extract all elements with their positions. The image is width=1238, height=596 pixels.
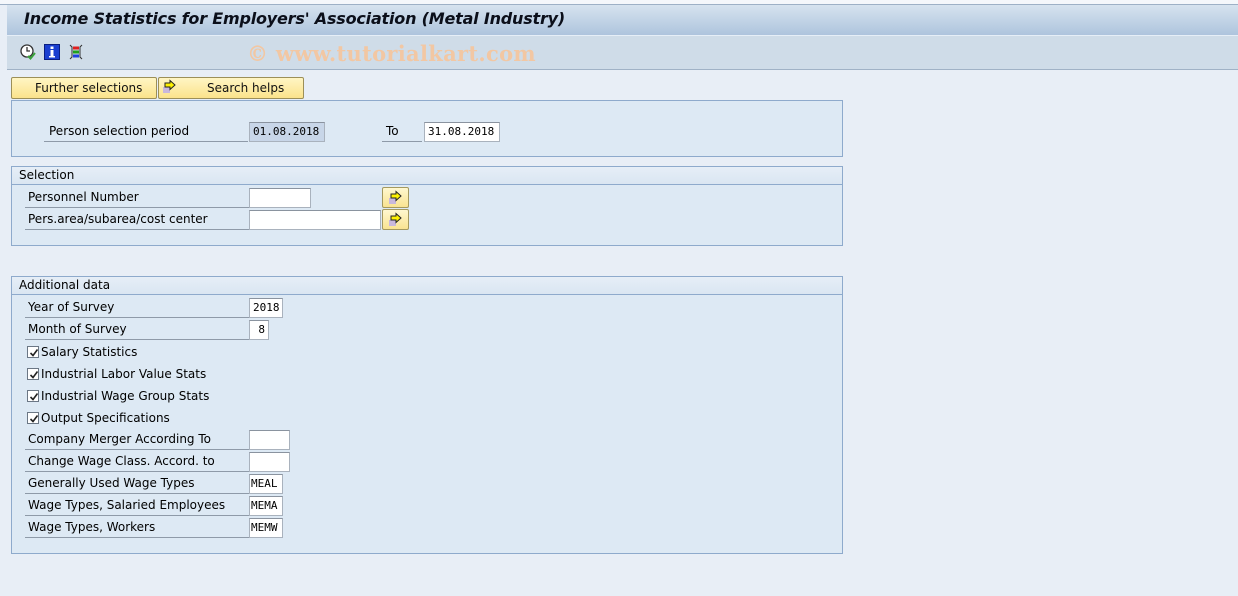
selection-group-title: Selection [12,167,842,185]
year-of-survey-field[interactable]: 2018 [249,298,283,318]
month-of-survey-label: Month of Survey [25,320,249,340]
arrow-right-icon [388,212,404,231]
search-helps-button[interactable]: Search helps [158,77,304,99]
month-of-survey-field[interactable]: 8 [249,320,269,340]
wage-types-workers-label: Wage Types, Workers [25,518,249,538]
pers-area-label: Pers.area/subarea/cost center [25,210,249,230]
change-wage-class-label: Change Wage Class. Accord. to [25,452,249,472]
page-title: Income Statistics for Employers' Associa… [24,9,566,28]
wage-types-salaried-label: Wage Types, Salaried Employees [25,496,249,516]
industrial-labor-value-stats-checkbox[interactable] [27,368,39,380]
output-specifications-checkbox-row[interactable]: Output Specifications [27,411,170,427]
period-to-label: To [382,122,422,142]
output-specifications-checkbox[interactable] [27,412,39,424]
application-toolbar [7,36,1238,70]
arrow-right-icon [162,79,178,98]
wage-types-salaried-field[interactable]: MEMA [249,496,283,516]
period-to-field[interactable]: 31.08.2018 [424,122,500,142]
person-selection-period-label: Person selection period [44,122,248,142]
pers-area-field[interactable] [249,210,381,230]
arrow-right-icon [388,190,404,209]
salary-statistics-checkbox[interactable] [27,346,39,358]
further-selections-label: Further selections [35,81,143,95]
selection-options-icon[interactable] [67,43,85,61]
output-specifications-label: Output Specifications [41,411,170,425]
execute-clock-icon[interactable] [19,43,37,61]
industrial-wage-group-stats-label: Industrial Wage Group Stats [41,389,210,403]
generally-used-wage-types-label: Generally Used Wage Types [25,474,249,494]
personnel-number-field[interactable] [249,188,311,208]
industrial-labor-value-stats-label: Industrial Labor Value Stats [41,367,207,381]
company-merger-label: Company Merger According To [25,430,249,450]
salary-statistics-label: Salary Statistics [41,345,138,359]
additional-data-group-title: Additional data [12,277,842,295]
industrial-labor-value-stats-checkbox-row[interactable]: Industrial Labor Value Stats [27,367,206,383]
change-wage-class-field[interactable] [249,452,290,472]
wage-types-workers-field[interactable]: MEMW [249,518,283,538]
industrial-wage-group-stats-checkbox[interactable] [27,390,39,402]
year-of-survey-label: Year of Survey [25,298,249,318]
company-merger-field[interactable] [249,430,290,450]
personnel-number-label: Personnel Number [25,188,249,208]
period-from-field[interactable]: 01.08.2018 [249,122,325,142]
industrial-wage-group-stats-checkbox-row[interactable]: Industrial Wage Group Stats [27,389,209,405]
title-bar: Income Statistics for Employers' Associa… [7,5,1238,36]
salary-statistics-checkbox-row[interactable]: Salary Statistics [27,345,137,361]
watermark: © www.tutorialkart.com [247,41,536,66]
search-helps-label: Search helps [207,81,285,95]
pers-area-multiple-selection-button[interactable] [382,209,409,230]
personnel-number-multiple-selection-button[interactable] [382,187,409,208]
info-icon[interactable] [43,43,61,61]
generally-used-wage-types-field[interactable]: MEAL [249,474,283,494]
further-selections-button[interactable]: Further selections [11,77,157,99]
